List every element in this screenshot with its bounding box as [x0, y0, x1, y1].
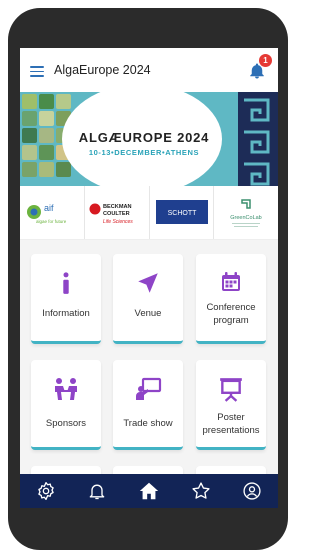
people-meeting-icon	[55, 378, 77, 400]
tile-poster-presentations[interactable]: Poster presentations	[196, 360, 266, 450]
navigation-arrow-icon	[138, 273, 158, 293]
settings-icon	[38, 482, 54, 500]
schott-logo: SCHOTT	[155, 200, 208, 224]
sponsor-logo-schott[interactable]: SCHOTT	[150, 186, 215, 239]
bottom-navigation	[20, 474, 278, 508]
sponsor-logo-beckman-coulter[interactable]: BECKMAN COULTER Life Sciences	[85, 186, 150, 239]
nav-settings[interactable]	[34, 479, 58, 503]
tile-information[interactable]: Information	[31, 254, 101, 344]
home-icon	[139, 482, 159, 500]
tile-venue[interactable]: Venue	[113, 254, 183, 344]
app-bar: AlgaEurope 2024 1	[20, 48, 278, 92]
sponsor-logo-strip: aif algae for future BECKMAN COULTER Lif…	[20, 186, 278, 240]
tile-sponsors[interactable]: Sponsors	[31, 360, 101, 450]
beckman-coulter-logo: BECKMAN COULTER Life Sciences	[89, 203, 133, 225]
easel-presentation-icon	[220, 378, 242, 402]
greencolab-logo: GreenCoLab	[231, 199, 263, 227]
event-banner: ALGÆUROPE 2024 10-13•DECEMBER•ATHENS	[20, 92, 278, 186]
nav-home[interactable]	[137, 479, 161, 503]
svg-text:BECKMAN: BECKMAN	[103, 204, 132, 210]
banner-subtitle: 10-13•DECEMBER•ATHENS	[88, 148, 200, 157]
tile-label: Poster presentations	[202, 412, 260, 436]
svg-text:COULTER: COULTER	[103, 211, 130, 217]
greek-key-pattern	[238, 92, 278, 186]
tile-partial[interactable]	[196, 466, 266, 474]
aif-logo-tagline: algae for future	[36, 219, 67, 224]
schott-logo-text: SCHOTT	[167, 210, 197, 217]
notification-badge: 1	[259, 54, 272, 67]
sponsor-logo-greencolab[interactable]: GreenCoLab	[214, 186, 278, 239]
tile-label: Sponsors	[45, 418, 87, 429]
nav-profile[interactable]	[240, 479, 264, 503]
profile-icon	[243, 482, 261, 500]
tile-partial[interactable]	[113, 466, 183, 474]
banner-title: ALGÆUROPE 2024	[78, 130, 210, 145]
beckman-logo-tagline: Life Sciences	[103, 219, 133, 225]
tile-conference-program[interactable]: Conference program	[196, 254, 266, 344]
presenter-screen-icon	[136, 377, 162, 400]
tile-partial[interactable]	[31, 466, 101, 474]
aif-logo: aif algae for future	[27, 203, 67, 224]
tile-label: Trade show	[123, 418, 173, 429]
aif-logo-text: aif	[44, 203, 54, 213]
tile-label: Information	[42, 308, 90, 319]
info-icon	[63, 272, 69, 294]
tile-label: Conference program	[206, 302, 256, 326]
hamburger-menu-button[interactable]	[30, 66, 44, 77]
bell-outline-icon	[90, 484, 105, 500]
tile-label: Venue	[134, 308, 162, 319]
app-screen: AlgaEurope 2024 1 ALGÆUROPE 2024 10-13•D…	[20, 48, 278, 508]
notifications-button[interactable]: 1	[248, 54, 272, 80]
star-icon	[191, 482, 210, 499]
calendar-icon	[222, 272, 240, 291]
tile-trade-show[interactable]: Trade show	[113, 360, 183, 450]
app-title: AlgaEurope 2024	[54, 63, 151, 77]
menu-tile-grid: Information Venue Conference program Spo…	[20, 240, 278, 474]
nav-favorites[interactable]	[189, 479, 213, 503]
sponsor-logo-aif[interactable]: aif algae for future	[20, 186, 85, 239]
nav-notifications[interactable]	[85, 479, 109, 503]
greencolab-logo-text: GreenCoLab	[231, 215, 263, 221]
